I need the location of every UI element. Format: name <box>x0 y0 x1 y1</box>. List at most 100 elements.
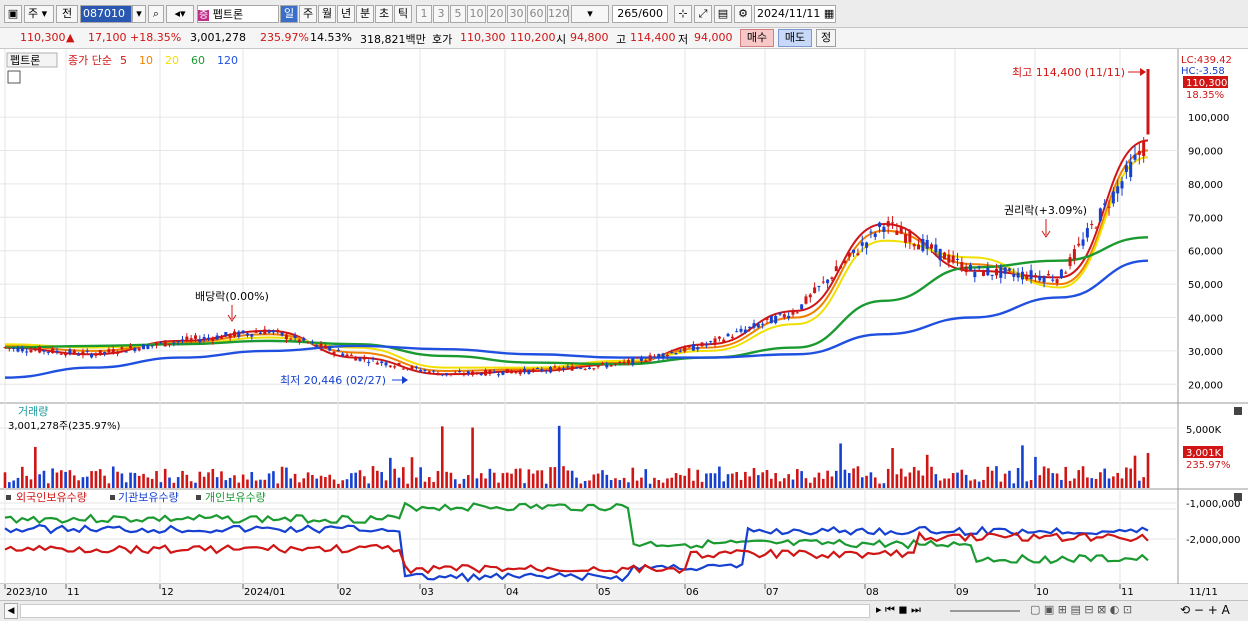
stock-code-input[interactable]: 087010 <box>80 5 132 23</box>
interval-3[interactable]: 3 <box>433 5 449 23</box>
candle-body <box>150 345 154 347</box>
volume-bar <box>869 472 873 488</box>
price-tick-8: 20,000 <box>1188 380 1223 391</box>
volume-bar <box>376 470 379 488</box>
volume-bar <box>956 472 959 488</box>
interval-120[interactable]: 120 <box>547 5 569 23</box>
scroll-left-icon[interactable]: ◀ <box>4 603 18 619</box>
timeframe-6[interactable]: 틱 <box>394 5 412 23</box>
timeframe-1[interactable]: 주 <box>299 5 317 23</box>
candle-body <box>293 335 297 338</box>
lc-label: LC:439.42 <box>1181 55 1232 66</box>
candle-body <box>1111 191 1115 204</box>
interval-60[interactable]: 60 <box>527 5 546 23</box>
date-field[interactable]: 2024/11/11 ▦ <box>754 5 836 23</box>
candle-body <box>189 338 193 340</box>
volume-bar <box>172 482 176 488</box>
search-icon[interactable]: ⌕ <box>148 5 164 23</box>
interval-20[interactable]: 20 <box>487 5 506 23</box>
volume-bar <box>380 472 383 488</box>
candle-body <box>618 362 622 364</box>
x-axis-label-0: 2023/10 <box>6 587 48 598</box>
chart-tools-icon[interactable]: ▢ ▣ ⊞ ▤ ⊟ ⊠ ◐ ⊡ <box>1030 603 1132 616</box>
timeframe-2[interactable]: 월 <box>318 5 336 23</box>
interval-30[interactable]: 30 <box>507 5 526 23</box>
candle-body <box>59 353 63 355</box>
volume-bar <box>588 480 591 488</box>
candle-body <box>410 366 414 370</box>
zoom-icon[interactable]: ⤢ <box>694 5 712 23</box>
candle-body <box>1051 279 1055 281</box>
volume-bar <box>237 482 241 488</box>
type-select[interactable]: 전 <box>56 5 78 23</box>
interval-10[interactable]: 10 <box>467 5 486 23</box>
edit-button[interactable]: 정 <box>816 29 836 47</box>
calc-icon[interactable] <box>7 70 21 84</box>
hc-label: HC:-3.58 <box>1181 66 1225 77</box>
candle-body <box>908 230 912 243</box>
candle-body <box>362 357 366 360</box>
stock-name-field[interactable]: 증 펩트론 <box>197 5 279 23</box>
x-axis-label-5: 03 <box>421 587 434 598</box>
timeframe-4[interactable]: 분 <box>356 5 374 23</box>
sound-icon[interactable]: ◂▾ <box>166 5 194 23</box>
candle-body <box>765 318 769 320</box>
chart-area[interactable]: 2023/10 11 12 2024/01 02 03 04 05 06 07 08 09 10 11 11… <box>0 49 1248 601</box>
horizontal-scrollbar[interactable] <box>20 604 870 618</box>
volume-bar <box>1077 470 1081 488</box>
volume-bar <box>146 477 150 488</box>
save-icon[interactable]: ▤ <box>714 5 732 23</box>
timeframe-3[interactable]: 년 <box>337 5 355 23</box>
bar-count-field[interactable]: 265/600 <box>612 5 668 23</box>
volume-bar <box>194 482 197 488</box>
interval-1[interactable]: 1 <box>416 5 432 23</box>
zoom-slider[interactable] <box>950 603 1020 619</box>
holders-close-icon[interactable] <box>1234 493 1242 501</box>
interval-dropdown[interactable]: ▾ <box>571 5 609 23</box>
volume-bar <box>1120 478 1124 488</box>
sell-button[interactable]: 매도 <box>778 29 812 47</box>
legend-ma-5: 5 <box>120 54 127 67</box>
candle-body <box>886 221 890 227</box>
candle-body <box>912 244 916 247</box>
code-dropdown-icon[interactable]: ▾ <box>132 5 146 23</box>
buy-button[interactable]: 매수 <box>740 29 774 47</box>
timeframe-5[interactable]: 초 <box>375 5 393 23</box>
zoom-controls[interactable]: ⟲ − + A <box>1180 603 1230 617</box>
volume-bar <box>410 457 414 488</box>
price-tick-6: 40,000 <box>1188 314 1223 325</box>
interval-5[interactable]: 5 <box>450 5 466 23</box>
playback-controls[interactable]: ▸ ⏮ ◼ ⏭ <box>876 603 921 617</box>
timeframe-0[interactable]: 일 <box>280 5 298 23</box>
volume-bar <box>938 480 942 488</box>
candle-body <box>1103 203 1107 206</box>
volume-bar <box>189 481 193 488</box>
volume-bar <box>267 473 271 488</box>
period-select[interactable]: 주 ▾ <box>24 5 54 23</box>
volume-close-icon[interactable] <box>1234 407 1242 415</box>
candle-body <box>250 334 254 337</box>
menu-icon[interactable]: ▣ <box>4 5 22 23</box>
volume: 3,001,278 <box>190 31 246 44</box>
price-tick-7: 30,000 <box>1188 347 1223 358</box>
candle-body <box>319 343 323 348</box>
candle-body <box>817 286 821 288</box>
volume-bar <box>549 467 552 488</box>
volume-bar <box>752 468 756 488</box>
volume-bar <box>514 468 518 488</box>
volume-bar <box>527 469 531 488</box>
candle-body <box>938 248 942 261</box>
settings-icon[interactable]: ⚙ <box>734 5 752 23</box>
candle-body <box>1107 206 1111 208</box>
candle-body <box>778 312 782 315</box>
candle-body <box>726 333 730 337</box>
crosshair-icon[interactable]: ⊹ <box>674 5 692 23</box>
volume-bar <box>1064 466 1068 488</box>
candle-body <box>98 349 102 355</box>
volume-bar <box>1034 456 1037 488</box>
volume-bar <box>328 474 332 488</box>
candle-body <box>336 349 340 352</box>
volume-bar <box>921 475 925 488</box>
candle-body <box>652 356 656 358</box>
candle-body <box>328 346 332 351</box>
